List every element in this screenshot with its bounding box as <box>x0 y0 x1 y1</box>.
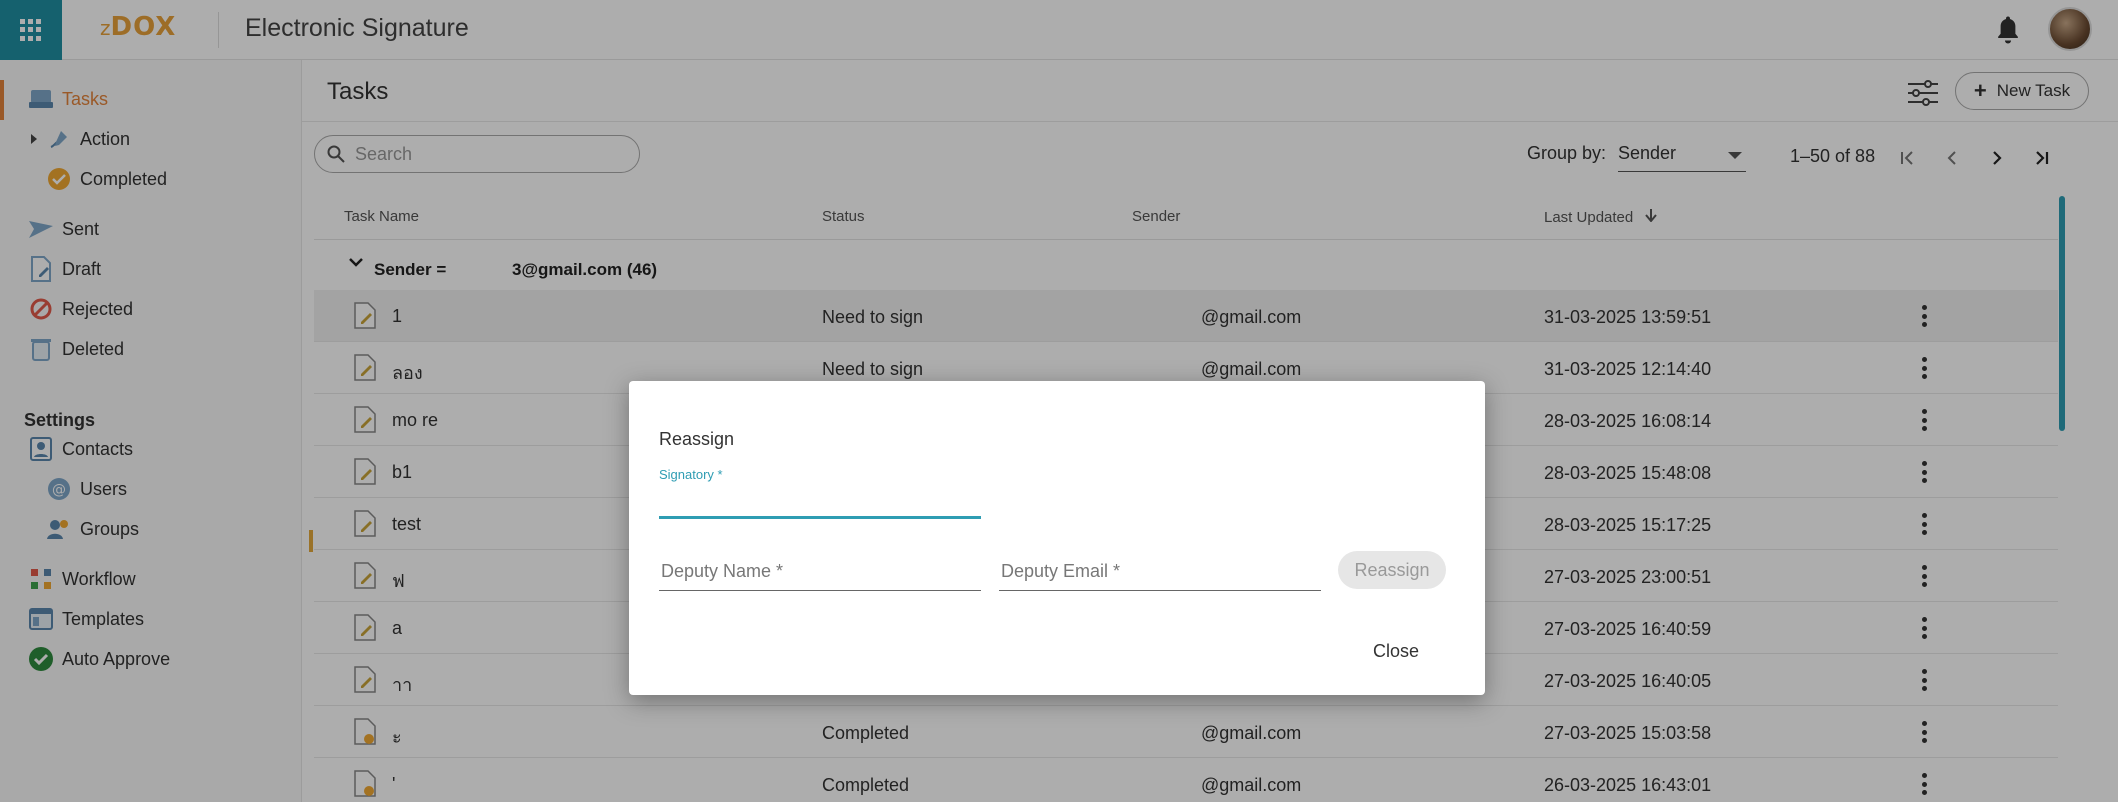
deputy-name-input[interactable] <box>659 553 981 589</box>
deputy-name-field[interactable] <box>659 553 981 591</box>
signatory-input[interactable] <box>659 485 981 513</box>
deputy-email-field[interactable] <box>999 553 1321 591</box>
signatory-label: Signatory * <box>659 467 723 482</box>
reassign-button[interactable]: Reassign <box>1338 551 1446 589</box>
signatory-field[interactable] <box>659 485 981 519</box>
close-button[interactable]: Close <box>1373 641 1419 662</box>
deputy-email-input[interactable] <box>999 553 1321 589</box>
reassign-dialog: Reassign Signatory * Reassign Close <box>629 381 1485 695</box>
dialog-title: Reassign <box>659 429 735 449</box>
